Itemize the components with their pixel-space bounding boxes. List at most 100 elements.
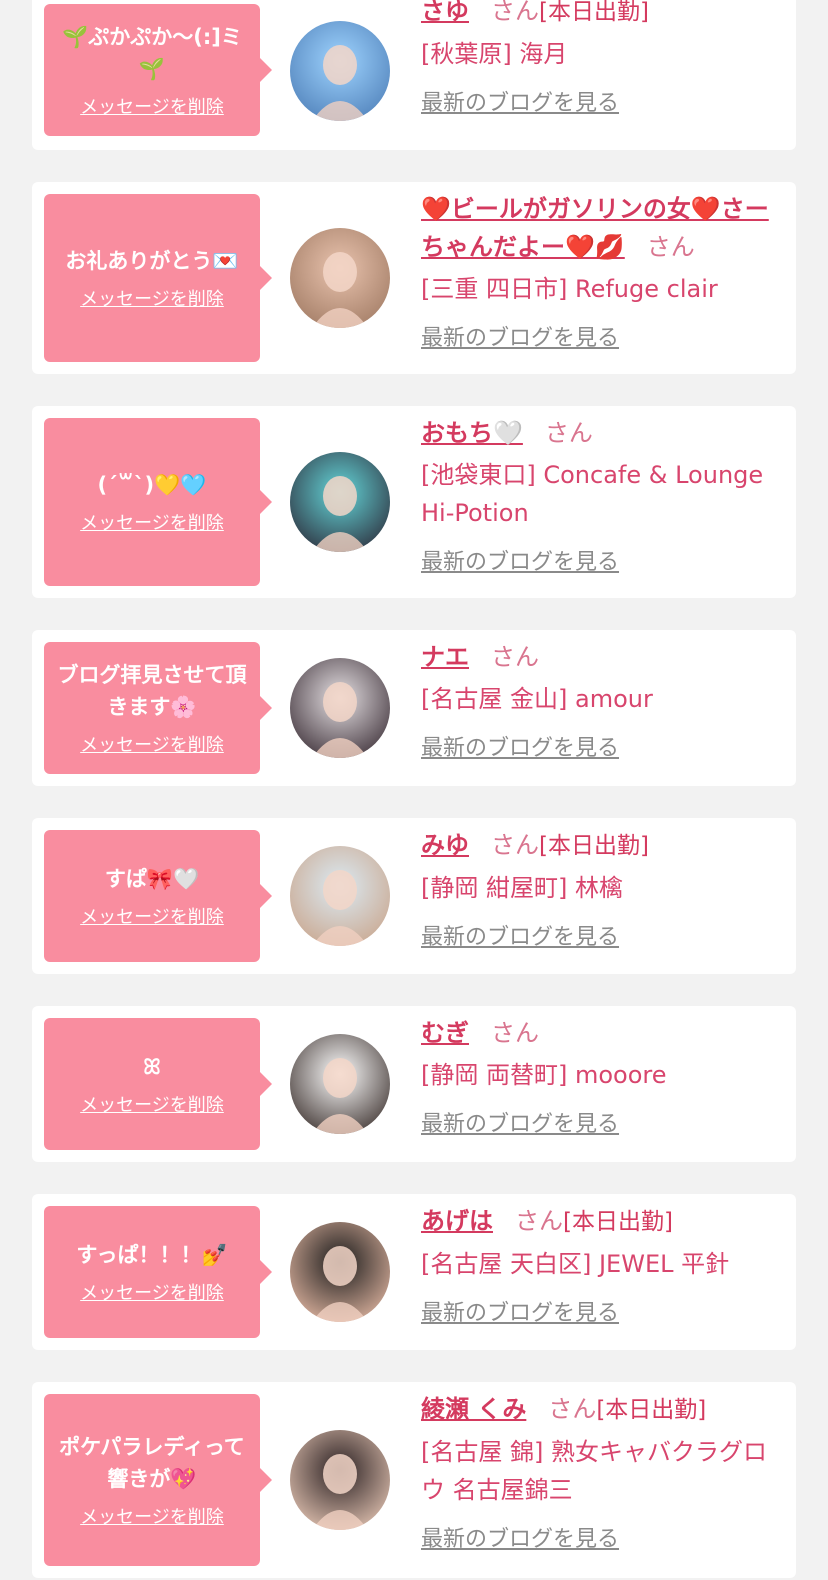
message-text: 🌱ぷかぷか〜(:]ミ🌱 bbox=[62, 25, 242, 81]
message-text: ブログ拝見させて頂きます🌸 bbox=[57, 663, 247, 719]
message-bubble: (ˊ꒳ˋ)💛🩵 メッセージを削除 bbox=[44, 418, 272, 586]
message-card: お礼ありがとう💌 メッセージを削除 ❤️ビールがガソリンの女❤️さーちゃんだよー❤️… bbox=[32, 182, 796, 374]
name-line: おもち🤍 さん bbox=[421, 414, 781, 452]
avatar-image bbox=[290, 1034, 390, 1134]
message-bubble: すっぱ！！！💅 メッセージを削除 bbox=[44, 1206, 272, 1338]
delete-message-link[interactable]: メッセージを削除 bbox=[80, 731, 224, 757]
avatar-image bbox=[290, 846, 390, 946]
honorific: さん bbox=[491, 831, 539, 859]
shop-name: [名古屋 金山] amour bbox=[421, 685, 653, 713]
name-line: さゆ さん[本日出勤] bbox=[421, 0, 781, 31]
message-text: すっぱ！！！💅 bbox=[76, 1243, 228, 1267]
shop-name: [名古屋 錦] 熟女キャバクラグロウ 名古屋錦三 bbox=[421, 1438, 767, 1504]
message-bubble: ブログ拝見させて頂きます🌸 メッセージを削除 bbox=[44, 642, 272, 774]
sender-info: むぎ さん [静岡 両替町] mooore 最新のブログを見る bbox=[421, 1014, 781, 1138]
avatar-image bbox=[290, 1222, 390, 1322]
sender-info: さゆ さん[本日出勤] [秋葉原] 海月最新のブログを見る bbox=[421, 0, 781, 117]
message-card: すぱ🎀🤍 メッセージを削除 みゆ さん[本日出勤] [静岡 紺屋町] 林檎最新のブログを… bbox=[32, 818, 796, 974]
avatar[interactable] bbox=[290, 1034, 390, 1134]
latest-blog-link[interactable]: 最新のブログを見る bbox=[421, 919, 619, 951]
name-line: ❤️ビールがガソリンの女❤️さーちゃんだよー❤️💋 さん bbox=[421, 190, 781, 266]
delete-message-link[interactable]: メッセージを削除 bbox=[80, 1503, 224, 1529]
name-line: 綾瀬 くみ さん[本日出勤] bbox=[421, 1390, 781, 1429]
latest-blog-link[interactable]: 最新のブログを見る bbox=[421, 320, 619, 352]
message-bubble: 🌱ぷかぷか〜(:]ミ🌱 メッセージを削除 bbox=[44, 4, 272, 136]
honorific: さん bbox=[515, 1207, 563, 1235]
sender-name-link[interactable]: ❤️ビールがガソリンの女❤️さーちゃんだよー❤️💋 bbox=[421, 195, 769, 261]
avatar[interactable] bbox=[290, 21, 390, 121]
avatar-image bbox=[290, 1430, 390, 1530]
sender-info: 綾瀬 くみ さん[本日出勤] [名古屋 錦] 熟女キャバクラグロウ 名古屋錦三最新の… bbox=[421, 1390, 781, 1553]
avatar[interactable] bbox=[290, 1430, 390, 1530]
honorific: さん bbox=[491, 0, 539, 25]
shop-name: [池袋東口] Concafe & Lounge Hi-Potion bbox=[421, 461, 764, 527]
message-bubble: ポケパラレディって響きが💖 メッセージを削除 bbox=[44, 1394, 272, 1566]
message-card: すっぱ！！！💅 メッセージを削除 あげは さん[本日出勤] [名古屋 天白区] JEWE… bbox=[32, 1194, 796, 1350]
shop-name: [秋葉原] 海月 bbox=[421, 40, 568, 68]
sender-name-link[interactable]: ナエ bbox=[421, 643, 469, 671]
latest-blog-link[interactable]: 最新のブログを見る bbox=[421, 1521, 619, 1553]
honorific: さん bbox=[544, 419, 593, 447]
latest-blog-link[interactable]: 最新のブログを見る bbox=[421, 544, 619, 576]
name-line: むぎ さん bbox=[421, 1014, 781, 1052]
delete-message-link[interactable]: メッセージを削除 bbox=[80, 903, 224, 929]
message-text: ꕤ bbox=[143, 1055, 161, 1079]
honorific: さん bbox=[646, 233, 695, 261]
attendance-badge: [本日出勤] bbox=[596, 1397, 707, 1423]
delete-message-link[interactable]: メッセージを削除 bbox=[80, 285, 224, 311]
avatar-image bbox=[290, 21, 390, 121]
message-text: (ˊ꒳ˋ)💛🩵 bbox=[97, 473, 207, 497]
honorific: さん bbox=[548, 1395, 597, 1423]
sender-info: おもち🤍 さん [池袋東口] Concafe & Lounge Hi-Potion 最… bbox=[421, 414, 781, 576]
honorific: さん bbox=[491, 1019, 539, 1047]
message-text: お礼ありがとう💌 bbox=[65, 249, 239, 273]
sender-name-link[interactable]: むぎ bbox=[421, 1019, 469, 1047]
message-bubble: すぱ🎀🤍 メッセージを削除 bbox=[44, 830, 272, 962]
message-card: ꕤ メッセージを削除 むぎ さん [静岡 両替町] mooore 最新のブログを見る bbox=[32, 1006, 796, 1162]
avatar[interactable] bbox=[290, 1222, 390, 1322]
avatar[interactable] bbox=[290, 846, 390, 946]
name-line: あげは さん[本日出勤] bbox=[421, 1202, 781, 1241]
avatar[interactable] bbox=[290, 658, 390, 758]
sender-name-link[interactable]: おもち🤍 bbox=[421, 419, 523, 447]
sender-info: あげは さん[本日出勤] [名古屋 天白区] JEWEL 平針最新のブログを見る bbox=[421, 1202, 781, 1327]
sender-name-link[interactable]: みゆ bbox=[421, 831, 469, 859]
name-line: ナエ さん bbox=[421, 638, 781, 676]
message-card: (ˊ꒳ˋ)💛🩵 メッセージを削除 おもち🤍 さん [池袋東口] Concafe & Lo… bbox=[32, 406, 796, 598]
shop-name: [名古屋 天白区] JEWEL 平針 bbox=[421, 1250, 730, 1278]
latest-blog-link[interactable]: 最新のブログを見る bbox=[421, 730, 619, 762]
attendance-badge: [本日出勤] bbox=[539, 0, 649, 25]
avatar-image bbox=[290, 228, 390, 328]
attendance-badge: [本日出勤] bbox=[539, 833, 649, 859]
sender-info: ❤️ビールがガソリンの女❤️さーちゃんだよー❤️💋 さん [三重 四日市] Refu… bbox=[421, 190, 781, 352]
avatar[interactable] bbox=[290, 452, 390, 552]
sender-name-link[interactable]: あげは bbox=[421, 1207, 493, 1235]
avatar[interactable] bbox=[290, 228, 390, 328]
message-card: ポケパラレディって響きが💖 メッセージを削除 綾瀬 くみ さん[本日出勤] [名古屋 錦… bbox=[32, 1382, 796, 1578]
message-text: ポケパラレディって響きが💖 bbox=[59, 1435, 245, 1491]
sender-info: ナエ さん [名古屋 金山] amour 最新のブログを見る bbox=[421, 638, 781, 762]
latest-blog-link[interactable]: 最新のブログを見る bbox=[421, 1295, 619, 1327]
message-card: ブログ拝見させて頂きます🌸 メッセージを削除 ナエ さん [名古屋 金山] amour 最… bbox=[32, 630, 796, 786]
message-text: すぱ🎀🤍 bbox=[104, 867, 200, 891]
sender-info: みゆ さん[本日出勤] [静岡 紺屋町] 林檎最新のブログを見る bbox=[421, 826, 781, 951]
message-bubble: お礼ありがとう💌 メッセージを削除 bbox=[44, 194, 272, 362]
avatar-image bbox=[290, 658, 390, 758]
message-bubble: ꕤ メッセージを削除 bbox=[44, 1018, 272, 1150]
latest-blog-link[interactable]: 最新のブログを見る bbox=[421, 85, 619, 117]
message-card: 🌱ぷかぷか〜(:]ミ🌱 メッセージを削除 さゆ さん[本日出勤] [秋葉原] 海月最新の… bbox=[32, 0, 796, 150]
latest-blog-link[interactable]: 最新のブログを見る bbox=[421, 1106, 619, 1138]
shop-name: [静岡 紺屋町] 林檎 bbox=[421, 874, 623, 902]
sender-name-link[interactable]: さゆ bbox=[421, 0, 469, 25]
message-list: 🌱ぷかぷか〜(:]ミ🌱 メッセージを削除 さゆ さん[本日出勤] [秋葉原] 海月 最新の… bbox=[0, 0, 828, 1580]
attendance-badge: [本日出勤] bbox=[563, 1209, 673, 1235]
shop-name: [三重 四日市] Refuge clair bbox=[421, 275, 718, 303]
sender-name-link[interactable]: 綾瀬 くみ bbox=[421, 1395, 526, 1423]
avatar-image bbox=[290, 452, 390, 552]
shop-name: [静岡 両替町] mooore bbox=[421, 1061, 667, 1089]
honorific: さん bbox=[491, 643, 539, 671]
delete-message-link[interactable]: メッセージを削除 bbox=[80, 1091, 224, 1117]
delete-message-link[interactable]: メッセージを削除 bbox=[80, 93, 224, 119]
delete-message-link[interactable]: メッセージを削除 bbox=[80, 509, 224, 535]
delete-message-link[interactable]: メッセージを削除 bbox=[80, 1279, 224, 1305]
